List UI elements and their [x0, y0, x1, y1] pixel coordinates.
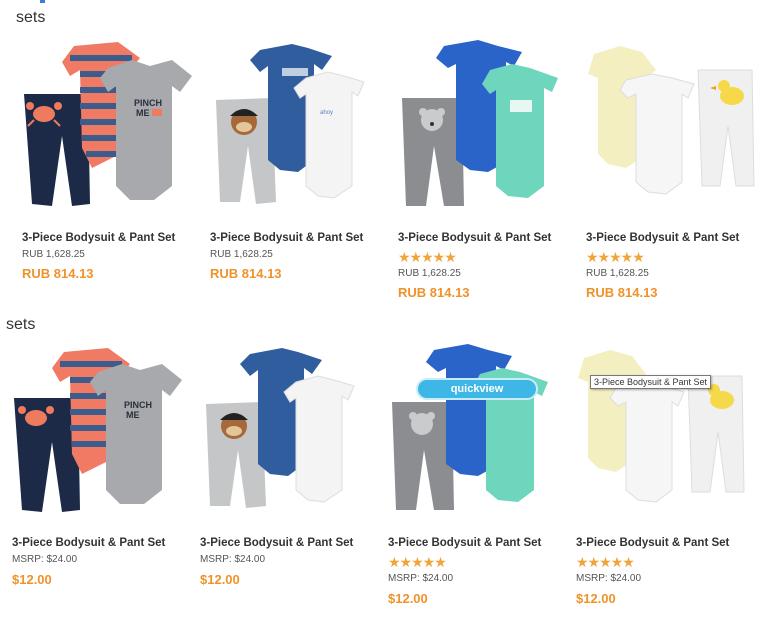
product-name[interactable]: 3-Piece Bodysuit & Pant Set — [12, 537, 165, 549]
top-edge-marker — [40, 0, 45, 3]
original-price: RUB 1,628.25 — [22, 249, 85, 260]
section-heading: sets — [6, 316, 36, 333]
product-card[interactable]: 3-Piece Bodysuit & Pant Set MSRP: $24.00… — [200, 342, 376, 592]
tooltip: 3-Piece Bodysuit & Pant Set — [590, 375, 712, 389]
original-price: MSRP: $24.00 — [388, 573, 454, 584]
svg-text:ME: ME — [126, 410, 140, 420]
rating-stars: ★★★★★ — [576, 554, 635, 570]
original-price: MSRP: $24.00 — [200, 554, 266, 565]
pirate-monkey-outfit-icon[interactable]: ahoy — [210, 36, 386, 216]
product-name[interactable]: 3-Piece Bodysuit & Pant Set — [210, 232, 363, 244]
section-heading: sets — [16, 9, 46, 26]
sale-price: RUB 814.13 — [22, 266, 94, 281]
pirate-monkey-outfit-icon[interactable] — [200, 342, 376, 522]
svg-text:ME: ME — [136, 108, 150, 118]
rating-stars: ★★★★★ — [586, 249, 645, 265]
product-name[interactable]: 3-Piece Bodysuit & Pant Set — [200, 537, 353, 549]
product-card[interactable]: PINCH ME 3-Piece Bodysuit & Pant Set RUB… — [22, 36, 198, 296]
bear-outfit-icon[interactable] — [398, 36, 574, 216]
product-name[interactable]: 3-Piece Bodysuit & Pant Set — [586, 232, 739, 244]
sale-price: $12.00 — [12, 572, 52, 587]
quickview-button[interactable]: quickview — [418, 380, 536, 398]
product-name[interactable]: 3-Piece Bodysuit & Pant Set — [388, 537, 541, 549]
duck-outfit-icon[interactable] — [586, 36, 762, 216]
sale-price: $12.00 — [576, 591, 616, 606]
product-card[interactable]: ★★★★★ 3-Piece Bodysuit & Pant Set RUB 1,… — [398, 36, 574, 306]
rating-stars: ★★★★★ — [398, 249, 457, 265]
original-price: MSRP: $24.00 — [12, 554, 78, 565]
original-price: RUB 1,628.25 — [210, 249, 273, 260]
svg-text:PINCH: PINCH — [124, 400, 152, 410]
sale-price: RUB 814.13 — [586, 285, 658, 300]
sale-price: $12.00 — [388, 591, 428, 606]
rating-stars: ★★★★★ — [388, 554, 447, 570]
product-card[interactable]: PINCH ME 3-Piece Bodysuit & Pant Set MSR… — [12, 342, 188, 592]
bear-outfit-icon[interactable] — [388, 342, 564, 522]
crab-outfit-icon[interactable]: PINCH ME — [12, 342, 188, 522]
sale-price: RUB 814.13 — [398, 285, 470, 300]
duck-outfit-icon[interactable] — [576, 342, 752, 522]
original-price: RUB 1,628.25 — [398, 268, 461, 279]
svg-text:PINCH: PINCH — [134, 98, 162, 108]
original-price: MSRP: $24.00 — [576, 573, 642, 584]
sale-price: $12.00 — [200, 572, 240, 587]
product-card[interactable]: ahoy 3-Piece Bodysuit & Pant Set RUB 1,6… — [210, 36, 386, 296]
product-name[interactable]: 3-Piece Bodysuit & Pant Set — [576, 537, 729, 549]
sale-price: RUB 814.13 — [210, 266, 282, 281]
crab-outfit-icon[interactable]: PINCH ME — [22, 36, 198, 216]
product-name[interactable]: 3-Piece Bodysuit & Pant Set — [22, 232, 175, 244]
original-price: RUB 1,628.25 — [586, 268, 649, 279]
product-card[interactable]: ★★★★★ 3-Piece Bodysuit & Pant Set RUB 1,… — [586, 36, 762, 306]
svg-text:ahoy: ahoy — [320, 110, 333, 116]
product-name[interactable]: 3-Piece Bodysuit & Pant Set — [398, 232, 551, 244]
